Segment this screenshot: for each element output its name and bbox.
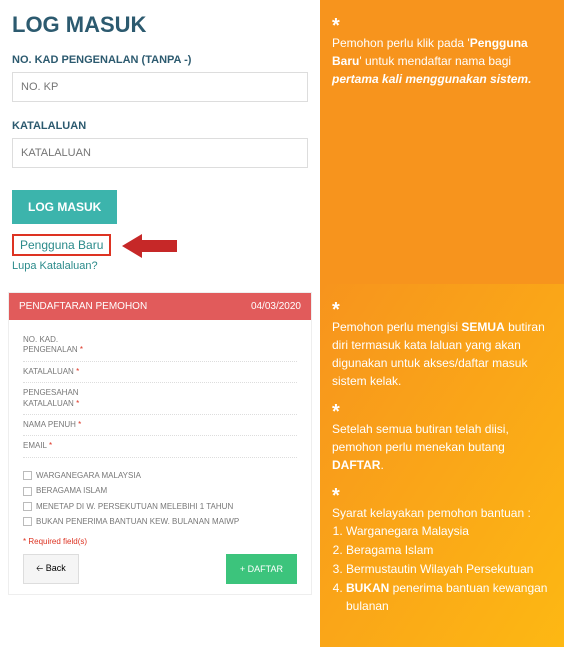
- note2a-text: Pemohon perlu mengisi SEMUA butiran diri…: [332, 320, 545, 388]
- check-citizen[interactable]: WARGANEGARA MALAYSIA: [23, 468, 297, 483]
- check-islam[interactable]: BERAGAMA ISLAM: [23, 483, 297, 498]
- eligibility-list: Warganegara Malaysia Beragama Islam Berm…: [332, 522, 552, 615]
- reg-header: PENDAFTARAN PEMOHON 04/03/2020: [9, 293, 311, 320]
- reg-date: 04/03/2020: [251, 301, 301, 312]
- check-resident[interactable]: MENETAP DI W. PERSEKUTUAN MELEBIHI 1 TAH…: [23, 499, 297, 514]
- note1-text: Pemohon perlu klik pada 'Pengguna Baru' …: [332, 36, 531, 86]
- reg-title: PENDAFTARAN PEMOHON: [19, 301, 147, 312]
- asterisk-icon: *: [332, 18, 552, 34]
- reg-pw-label: KATALALUAN *: [23, 367, 113, 377]
- reg-pw2-label: PENGESAHAN KATALALUAN *: [23, 388, 113, 409]
- login-button[interactable]: LOG MASUK: [12, 190, 117, 224]
- list-item: Bermustautin Wilayah Persekutuan: [346, 560, 552, 578]
- ic-label: NO. KAD PENGENALAN (TANPA -): [12, 54, 308, 66]
- instruction-panel-2: * Pemohon perlu mengisi SEMUA butiran di…: [320, 284, 564, 647]
- note2b-text: Setelah semua butiran telah diisi, pemoh…: [332, 422, 509, 472]
- list-item: BUKAN penerima bantuan kewangan bulanan: [346, 579, 552, 615]
- login-panel: LOG MASUK NO. KAD PENGENALAN (TANPA -) K…: [0, 0, 320, 284]
- list-item: Beragama Islam: [346, 541, 552, 559]
- page-title: LOG MASUK: [12, 12, 308, 38]
- password-input[interactable]: [12, 138, 308, 168]
- registration-panel: PENDAFTARAN PEMOHON 04/03/2020 NO. KAD. …: [0, 284, 320, 647]
- check-not-recipient[interactable]: BUKAN PENERIMA BANTUAN KEW. BULANAN MAIW…: [23, 514, 297, 529]
- back-button[interactable]: 🡠 Back: [23, 554, 79, 584]
- reg-name-label: NAMA PENUH *: [23, 420, 113, 430]
- asterisk-icon: *: [332, 488, 552, 504]
- asterisk-icon: *: [332, 302, 552, 318]
- ic-input[interactable]: [12, 72, 308, 102]
- arrow-icon: [122, 232, 182, 265]
- required-text: * Required field(s): [23, 537, 297, 546]
- asterisk-icon: *: [332, 404, 552, 420]
- daftar-button[interactable]: + DAFTAR: [226, 554, 297, 584]
- instruction-panel-1: * Pemohon perlu klik pada 'Pengguna Baru…: [320, 0, 564, 284]
- password-label: KATALALUAN: [12, 120, 308, 132]
- reg-email-label: EMAIL *: [23, 441, 113, 451]
- new-user-link[interactable]: Pengguna Baru: [12, 234, 111, 256]
- eligibility-title: Syarat kelayakan pemohon bantuan :: [332, 504, 552, 522]
- reg-ic-label: NO. KAD. PENGENALAN *: [23, 335, 113, 356]
- list-item: Warganegara Malaysia: [346, 522, 552, 540]
